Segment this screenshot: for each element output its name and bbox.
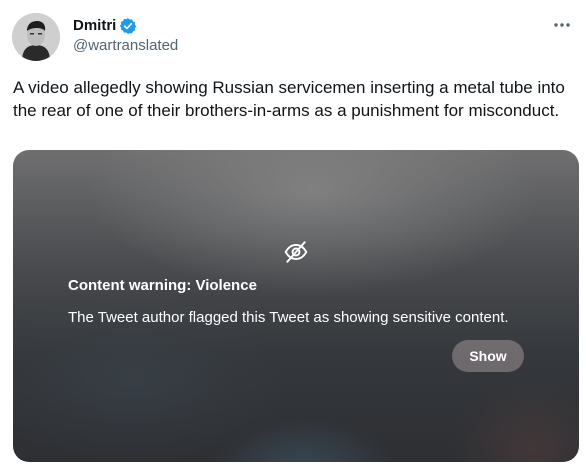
content-warning-title: Content warning: Violence (68, 277, 257, 294)
show-button[interactable]: Show (452, 340, 524, 372)
tweet-header: Dmitri @wartranslated (12, 13, 586, 65)
author-name-row[interactable]: Dmitri (73, 16, 137, 36)
tweet: Dmitri @wartranslated A video allegedly … (0, 0, 586, 470)
more-options-button[interactable] (550, 13, 574, 37)
display-name[interactable]: Dmitri (73, 16, 116, 36)
author-block: Dmitri @wartranslated (73, 16, 178, 56)
content-warning-text: The Tweet author flagged this Tweet as s… (68, 309, 509, 326)
avatar-image (12, 13, 60, 61)
avatar[interactable] (12, 13, 60, 61)
verified-badge-icon (119, 17, 137, 35)
handle[interactable]: @wartranslated (73, 36, 178, 56)
sensitive-media[interactable]: Content warning: Violence The Tweet auth… (13, 150, 579, 462)
more-horizontal-icon (554, 23, 570, 27)
tweet-text: A video allegedly showing Russian servic… (13, 78, 565, 120)
eye-slash-icon (284, 241, 308, 263)
